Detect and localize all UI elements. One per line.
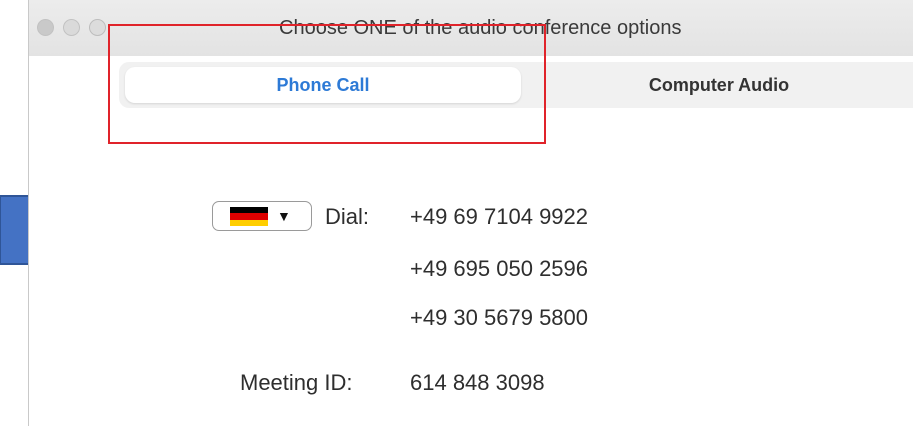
dial-number-1: +49 69 7104 9922 bbox=[410, 204, 589, 229]
country-select-dropdown[interactable]: ▼ bbox=[212, 201, 312, 231]
meeting-id-label: Meeting ID: bbox=[240, 370, 353, 395]
dial-number-3: +49 30 5679 5800 bbox=[410, 305, 589, 330]
dropdown-caret-icon: ▼ bbox=[277, 208, 291, 224]
minimize-window-button[interactable] bbox=[63, 19, 80, 36]
meeting-id-value: 614 848 3098 bbox=[410, 370, 545, 395]
page: Choose ONE of the audio conference optio… bbox=[0, 0, 913, 426]
dial-label: Dial: bbox=[325, 204, 370, 229]
close-window-button[interactable] bbox=[37, 19, 54, 36]
zoom-window-button[interactable] bbox=[89, 19, 106, 36]
tab-computer-audio[interactable]: Computer Audio bbox=[529, 67, 909, 103]
flag-germany-icon bbox=[230, 207, 268, 226]
dial-number-2: +49 695 050 2596 bbox=[410, 256, 589, 281]
highlight-rectangle bbox=[108, 24, 546, 144]
